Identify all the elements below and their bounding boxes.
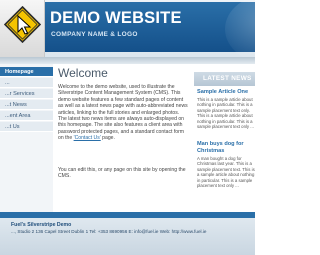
sidebar-item-about[interactable]: ... (0, 78, 53, 88)
site-tagline: COMPANY NAME & LOGO (51, 31, 138, 38)
sidebar-item-client-area[interactable]: ...ent Area (0, 111, 53, 121)
sidebar-item-contact[interactable]: ...t Us (0, 122, 53, 132)
news-item-headline[interactable]: Sample Article One (197, 89, 255, 96)
cursor-warning-sign-icon (4, 6, 41, 43)
welcome-text: Welcome to the demo website, used to ill… (58, 84, 188, 142)
footer-address: ..., Studio 2 136 Capel Street Dublin 1 … (11, 229, 207, 234)
latest-news-title: LATEST NEWS (194, 72, 255, 86)
header-globe-graphic (225, 0, 255, 57)
sidebar-item-services[interactable]: ...r Services (0, 89, 53, 99)
news-item-headline[interactable]: Man buys dog for Christmas (197, 141, 255, 154)
site-title: DEMO WEBSITE (50, 9, 182, 27)
edit-cms-paragraph: You can edit this, or any page on this s… (58, 167, 186, 180)
sidebar-item-homepage[interactable]: Homepage (0, 67, 53, 77)
sidebar-item-news[interactable]: ...t News (0, 100, 53, 110)
site-logo[interactable] (0, 0, 45, 57)
contact-us-link[interactable]: 'Contact Us' (74, 135, 101, 141)
welcome-text-end: page. (102, 135, 115, 142)
site-footer: Fuel's Silverstripe Demo ..., Studio 2 1… (0, 218, 255, 255)
sidebar-nav: Homepage ... ...r Services ...t News ...… (0, 64, 53, 212)
footer-company-name: Fuel's Silverstripe Demo (11, 222, 72, 228)
news-item-summary: A man bought a dog for Christmas last ye… (197, 156, 255, 189)
site-header: DEMO WEBSITE COMPANY NAME & LOGO (0, 0, 255, 57)
news-item-summary: This is a sample article about nothing i… (197, 97, 254, 130)
page-title: Welcome (58, 66, 108, 80)
header-strip (0, 57, 255, 64)
latest-news-panel: LATEST NEWS Sample Article One This is a… (194, 72, 255, 212)
welcome-paragraph: Welcome to the demo website, used to ill… (58, 84, 188, 142)
